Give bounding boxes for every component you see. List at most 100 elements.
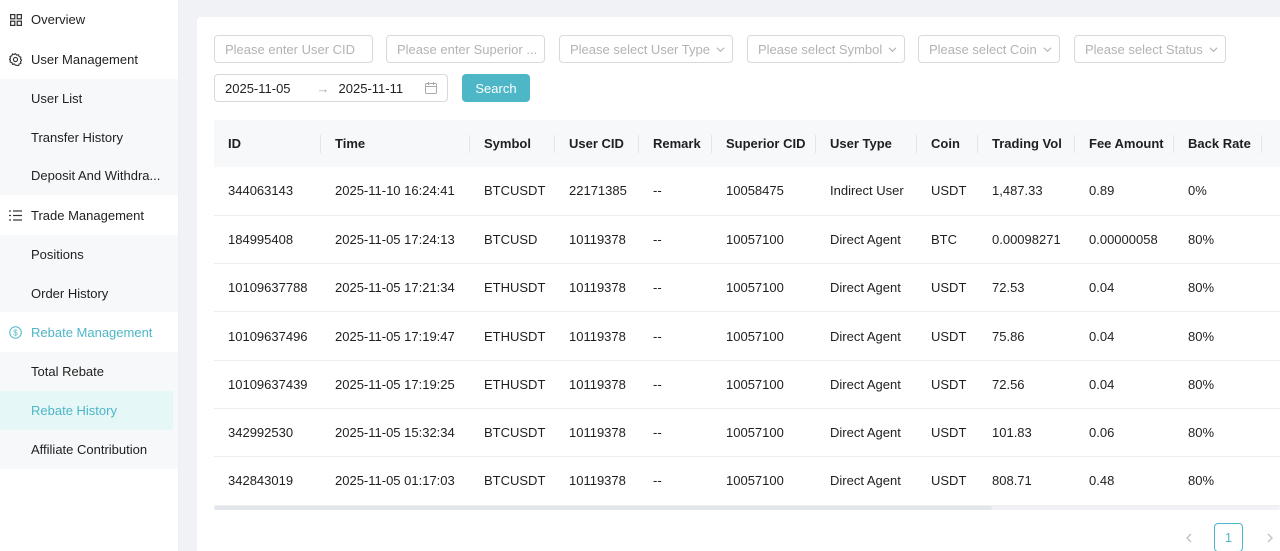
- column-header: Time: [321, 120, 470, 167]
- chevron-right-icon[interactable]: [1263, 531, 1277, 545]
- table-row[interactable]: 342992530 2025-11-05 15:32:34 BTCUSDT 10119…: [214, 408, 1280, 458]
- table-cell: 80%: [1174, 408, 1262, 458]
- date-range-separator: →: [316, 80, 330, 96]
- date-start[interactable]: 2025-11-05: [225, 81, 291, 96]
- column-header-label: Remark: [653, 136, 701, 151]
- page-number-current[interactable]: 1: [1214, 523, 1243, 551]
- search-button[interactable]: Search: [462, 74, 530, 102]
- table-row[interactable]: 184995408 2025-11-05 17:24:13 BTCUSD 101193…: [214, 215, 1280, 265]
- menu-overview-label: Overview: [31, 12, 86, 27]
- table-cell: 342992530: [214, 408, 321, 458]
- table-cell: 10119378: [555, 311, 639, 361]
- table-cell: 10057100: [712, 408, 816, 458]
- column-header: Symbol: [470, 120, 555, 167]
- table-row[interactable]: 344063143 2025-11-10 16:24:41 BTCUSDT 22171…: [214, 167, 1280, 216]
- chevron-down-icon: [888, 45, 897, 54]
- date-end[interactable]: 2025-11-11: [339, 81, 404, 96]
- sidebar-item-deposit-withdraw[interactable]: Deposit And Withdra...: [0, 156, 178, 195]
- status-select[interactable]: Please select Status: [1074, 35, 1226, 63]
- gear-icon: [9, 52, 22, 66]
- scrollbar-thumb[interactable]: [214, 506, 992, 510]
- table-cell: 0.89: [1075, 167, 1174, 216]
- table-cell: 0.48: [1075, 456, 1174, 506]
- table-cell: BTCUSDT: [470, 167, 555, 216]
- table-cell: [1262, 263, 1280, 313]
- menu-user-management[interactable]: User Management: [0, 39, 178, 79]
- dollar-circle-icon: $: [9, 326, 22, 339]
- table-cell: USDT: [917, 456, 978, 506]
- table-cell: 80%: [1174, 456, 1262, 506]
- symbol-select[interactable]: Please select Symbol: [747, 35, 905, 63]
- sidebar-item-affiliate-contribution[interactable]: Affiliate Contribution: [0, 430, 178, 469]
- column-header: Coin: [917, 120, 978, 167]
- table-cell: [1262, 167, 1280, 216]
- sidebar-item-total-rebate[interactable]: Total Rebate: [0, 352, 178, 391]
- column-header-label: User CID: [569, 136, 624, 151]
- date-range-picker[interactable]: 2025-11-05 → 2025-11-11: [214, 74, 448, 102]
- symbol-placeholder: Please select Symbol: [758, 41, 883, 57]
- column-header-label: Time: [335, 136, 366, 151]
- user-type-placeholder: Please select User Type: [570, 41, 710, 57]
- table-cell: [1262, 215, 1280, 265]
- table-cell: 344063143: [214, 167, 321, 216]
- user-type-select[interactable]: Please select User Type: [559, 35, 733, 63]
- table-cell: 10119378: [555, 215, 639, 265]
- sidebar: Overview User Management User List Trans…: [0, 0, 179, 551]
- column-header-label: Back Rate: [1188, 136, 1251, 151]
- superior-cid-placeholder: Please enter Superior ...: [397, 41, 538, 57]
- main-panel: Please enter User CID Please enter Super…: [197, 17, 1280, 551]
- table-cell: 80%: [1174, 311, 1262, 361]
- table-cell: ETHUSDT: [470, 360, 555, 409]
- menu-trade-management[interactable]: Trade Management: [0, 195, 178, 236]
- column-header-label: Fee Amount: [1089, 136, 1164, 151]
- table-cell: BTCUSD: [470, 215, 555, 265]
- superior-cid-input[interactable]: Please enter Superior ...: [386, 35, 545, 63]
- table-row[interactable]: 10109637496 2025-11-05 17:19:47 ETHUSDT 101…: [214, 311, 1280, 361]
- column-header: User CID: [555, 120, 639, 167]
- user-cid-input[interactable]: Please enter User CID: [214, 35, 373, 63]
- table-cell: Direct Agent: [816, 408, 917, 458]
- column-header-label: Trading Vol: [992, 136, 1062, 151]
- table-cell: USDT: [917, 263, 978, 313]
- user-cid-placeholder: Please enter User CID: [225, 41, 356, 57]
- table-cell: 10119378: [555, 360, 639, 409]
- table-cell: Direct Agent: [816, 360, 917, 409]
- table-cell: 10119378: [555, 263, 639, 313]
- sidebar-item-order-history[interactable]: Order History: [0, 274, 178, 313]
- table-cell: BTC: [917, 215, 978, 265]
- horizontal-scrollbar[interactable]: [214, 506, 1280, 510]
- table-cell: 10057100: [712, 311, 816, 361]
- grid-icon: [9, 13, 22, 26]
- table-cell: 2025-11-05 15:32:34: [321, 408, 470, 458]
- column-header-label: Symbol: [484, 136, 531, 151]
- table-row[interactable]: 10109637788 2025-11-05 17:21:34 ETHUSDT 101…: [214, 263, 1280, 313]
- menu-overview[interactable]: Overview: [0, 0, 178, 39]
- sidebar-item-user-list[interactable]: User List: [0, 79, 178, 118]
- table-row[interactable]: 342843019 2025-11-05 01:17:03 BTCUSDT 10119…: [214, 456, 1280, 506]
- rebate-history-table: ID Time Symbol User CID Remark Superior CID Us…: [214, 120, 1280, 510]
- table-cell: [1262, 311, 1280, 361]
- table-cell: 10109637788: [214, 263, 321, 313]
- table-cell: Direct Agent: [816, 263, 917, 313]
- table-cell: --: [639, 167, 712, 216]
- table-cell: 0.04: [1075, 360, 1174, 409]
- chevron-down-icon: [1209, 45, 1218, 54]
- table-cell: 80%: [1174, 263, 1262, 313]
- sidebar-item-transfer-history[interactable]: Transfer History: [0, 118, 178, 157]
- menu-rebate-management[interactable]: $ Rebate Management: [0, 312, 178, 353]
- sidebar-item-positions[interactable]: Positions: [0, 235, 178, 274]
- table-cell: [1262, 456, 1280, 506]
- table-cell: USDT: [917, 167, 978, 216]
- chevron-left-icon[interactable]: [1182, 531, 1196, 545]
- chevron-down-icon: [716, 45, 725, 54]
- pagination: 1: [1182, 523, 1277, 551]
- coin-select[interactable]: Please select Coin: [918, 35, 1060, 63]
- table-row[interactable]: 10109637439 2025-11-05 17:19:25 ETHUSDT 101…: [214, 360, 1280, 409]
- column-header-label: User Type: [830, 136, 892, 151]
- table-cell: 10057100: [712, 263, 816, 313]
- table-cell: 10057100: [712, 456, 816, 506]
- table-header-row: ID Time Symbol User CID Remark Superior CID Us…: [214, 120, 1280, 167]
- table-cell: --: [639, 456, 712, 506]
- table-cell: 2025-11-10 16:24:41: [321, 167, 470, 216]
- sidebar-item-rebate-history[interactable]: Rebate History: [0, 391, 173, 430]
